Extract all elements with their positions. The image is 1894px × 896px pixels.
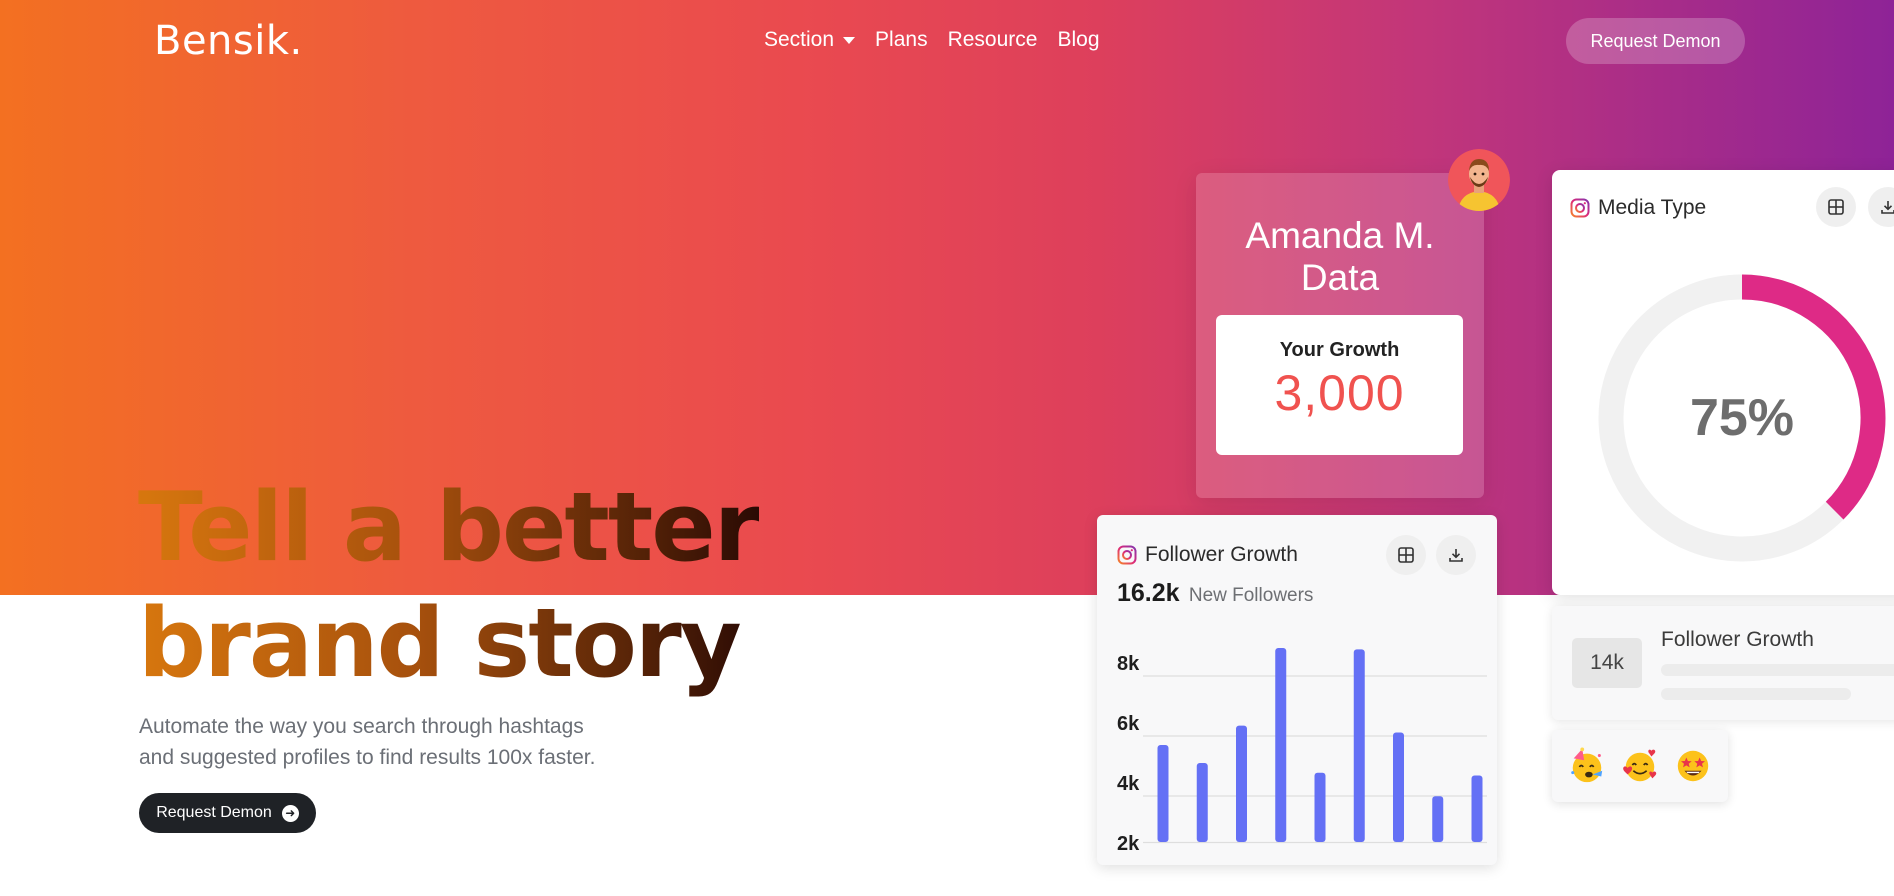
media-type-card: Media Type 75%: [1552, 170, 1894, 595]
nav-item-resource[interactable]: Resource: [948, 28, 1038, 52]
media-type-donut-chart: 75%: [1592, 268, 1892, 568]
nav-item-blog[interactable]: Blog: [1057, 28, 1099, 52]
follower-growth-bar-chart: 8k 6k 4k 2k: [1117, 648, 1487, 855]
follower-count-badge: 14k: [1572, 638, 1642, 688]
request-demo-label: Request Demon: [156, 804, 272, 821]
y-tick-label: 2k: [1117, 833, 1140, 855]
growth-value: 3,000: [1274, 365, 1405, 421]
partying-face-emoji[interactable]: [1568, 747, 1606, 785]
brand-logo[interactable]: Bensik.: [154, 18, 303, 64]
chart-bar: [1236, 725, 1247, 842]
media-type-title-row: Media Type: [1570, 196, 1706, 220]
emoji-reactions-card: [1552, 730, 1728, 802]
smiling-face-with-hearts-emoji[interactable]: [1621, 747, 1659, 785]
chart-bar: [1393, 732, 1404, 842]
hero-subtitle-line-1: Automate the way you search through hash…: [139, 715, 584, 738]
grid-view-button[interactable]: [1816, 187, 1856, 227]
chart-bar: [1157, 745, 1169, 842]
follower-growth-card: Follower Growth 16.2k New Followers 8k 6k…: [1097, 515, 1497, 865]
donut-percent-label: 75%: [1689, 389, 1795, 447]
request-demo-button-header[interactable]: Request Demon: [1566, 18, 1745, 64]
avatar: [1448, 149, 1510, 211]
instagram-icon: [1570, 198, 1590, 218]
hero-headline-line-2: brand story: [138, 589, 740, 699]
profile-name-line-2: Data: [1300, 257, 1380, 298]
hero-headline-line-1: Tell a better: [138, 473, 759, 583]
nav-item-label: Section: [764, 28, 835, 51]
nav-item-section[interactable]: Section: [764, 28, 856, 52]
placeholder-bar: [1661, 688, 1851, 700]
growth-label: Your Growth: [1279, 339, 1400, 361]
nav-item-plans[interactable]: Plans: [875, 28, 928, 52]
placeholder-bar: [1661, 664, 1894, 676]
arrow-right-circle-icon: ➜: [281, 804, 299, 822]
chart-bar: [1471, 775, 1483, 842]
chart-bar: [1432, 796, 1444, 842]
hero-headline: Tell a better brand story: [138, 470, 759, 702]
grid-icon: [1828, 199, 1844, 215]
y-tick-label: 4k: [1117, 773, 1140, 795]
download-icon: [1881, 201, 1894, 214]
y-tick-label: 8k: [1117, 653, 1140, 675]
download-button[interactable]: [1868, 187, 1894, 227]
follower-growth-summary-title: Follower Growth: [1661, 628, 1814, 651]
y-tick-label: 6k: [1117, 713, 1140, 735]
profile-growth-card: Amanda M. Data Your Growth 3,000: [1196, 173, 1484, 498]
profile-name: Amanda M. Data: [1196, 215, 1484, 299]
hero-subtitle: Automate the way you search through hash…: [139, 711, 659, 773]
main-nav: Section Plans Resource Blog: [764, 28, 1100, 52]
chart-bar: [1353, 649, 1365, 842]
growth-box: Your Growth 3,000: [1216, 315, 1463, 455]
hero-subtitle-line-2: and suggested profiles to find results 1…: [139, 746, 596, 769]
media-type-title: Media Type: [1598, 196, 1707, 219]
star-struck-emoji[interactable]: [1674, 747, 1712, 785]
chart-bar: [1196, 763, 1208, 842]
follower-growth-summary-card: 14k Follower Growth: [1552, 606, 1894, 720]
caret-down-icon: [843, 36, 856, 44]
chart-bar: [1314, 772, 1326, 842]
chart-bar: [1275, 648, 1287, 842]
landing-page: Bensik. Section Plans Resource Blog Requ…: [0, 0, 1894, 896]
profile-name-line-1: Amanda M.: [1245, 215, 1435, 256]
request-demo-button-hero[interactable]: Request Demon ➜: [139, 793, 316, 833]
